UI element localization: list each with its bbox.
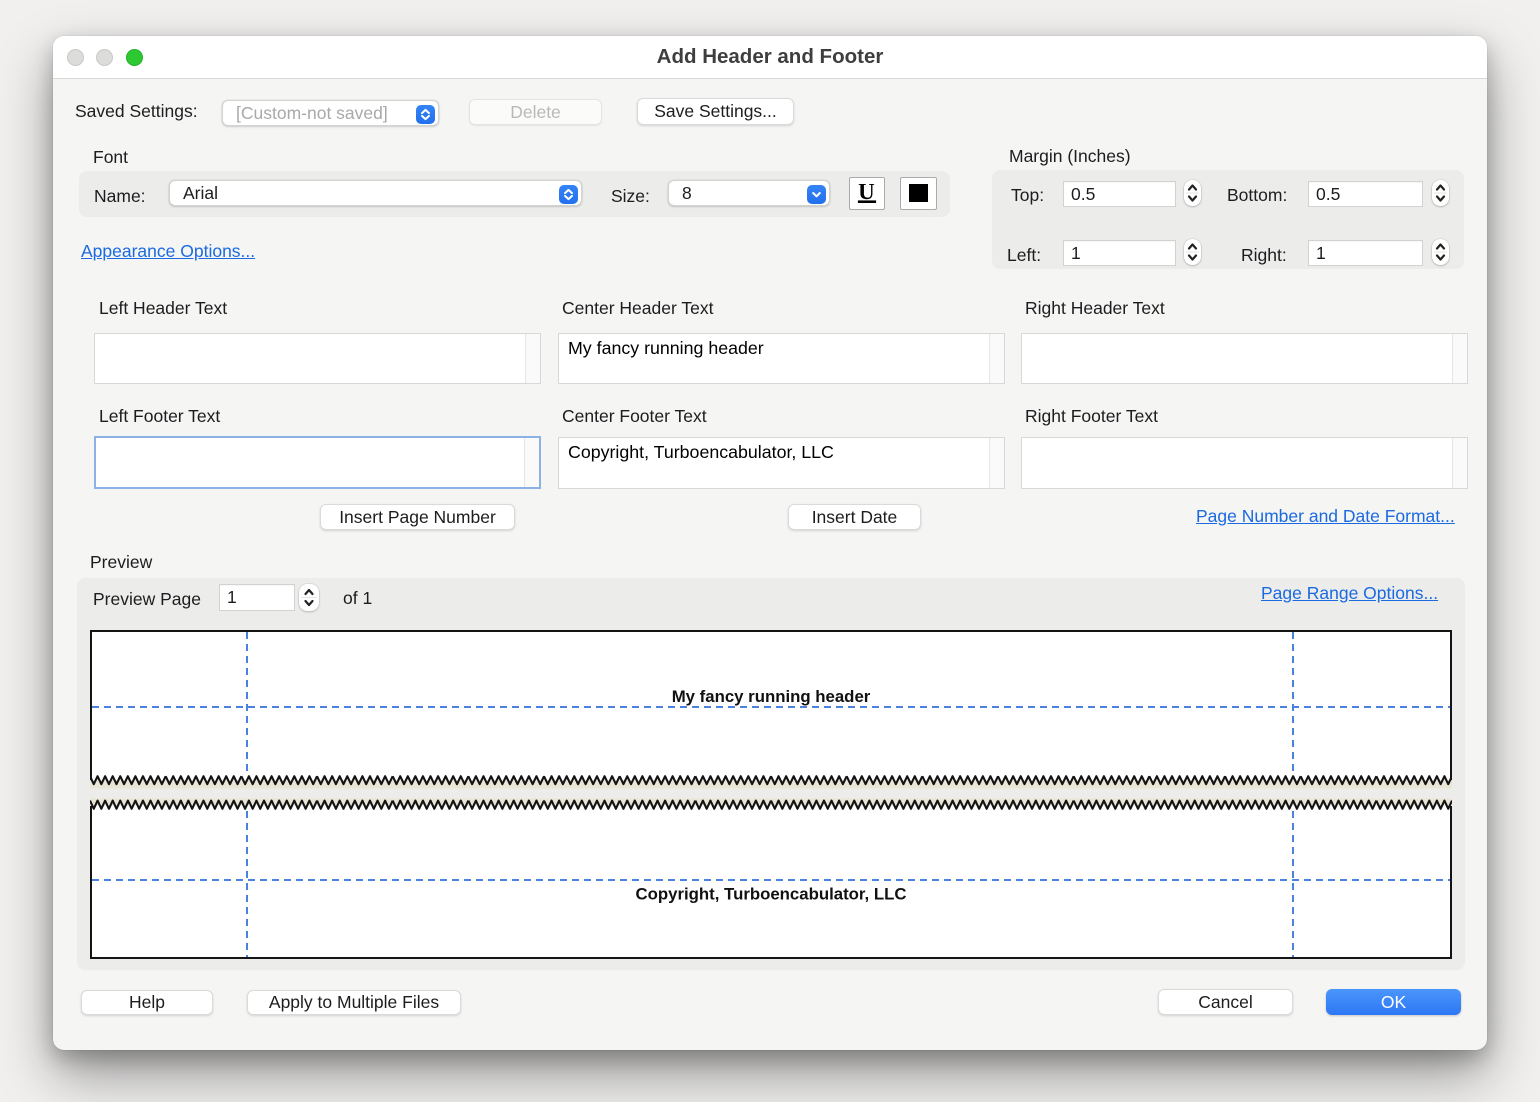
svg-text:Copyright, Turboencabulator, L: Copyright, Turboencabulator, LLC (636, 885, 907, 904)
svg-text:My fancy running header: My fancy running header (672, 687, 871, 706)
